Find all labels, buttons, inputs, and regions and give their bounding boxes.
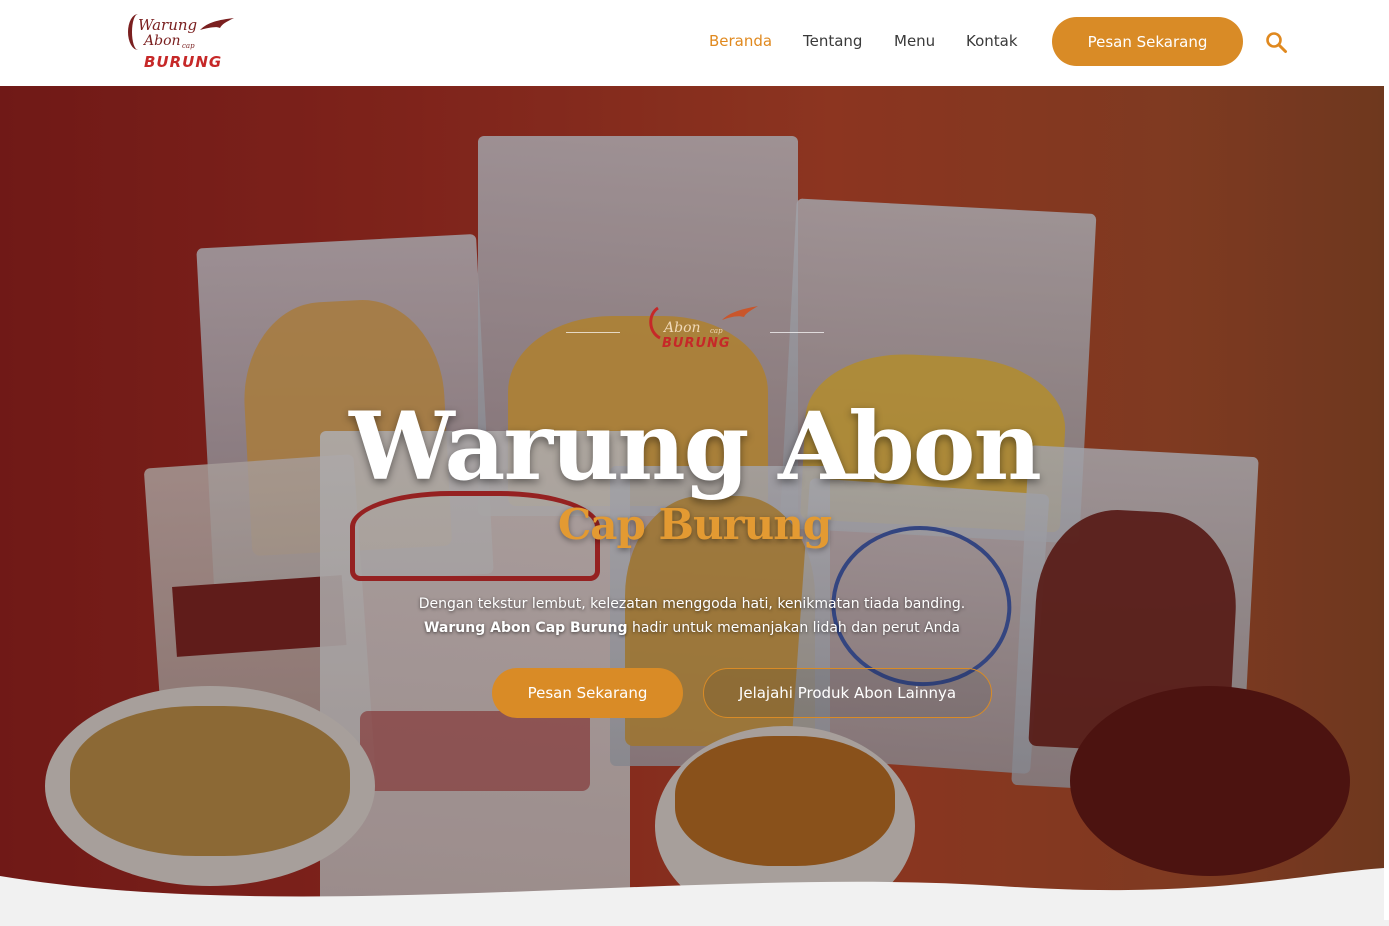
hero-description-line1: Dengan tekstur lembut, kelezatan menggod… <box>418 596 966 612</box>
emblem-text-abon: Abon <box>664 320 701 336</box>
next-section-edge <box>0 920 1389 926</box>
nav-menu[interactable]: Menu <box>894 32 935 50</box>
nav-kontak[interactable]: Kontak <box>966 32 1018 50</box>
hero-description: Dengan tekstur lembut, kelezatan menggod… <box>0 592 1384 640</box>
logo-text-warung: Warung <box>138 16 198 34</box>
emblem-text-burung: BURUNG <box>662 336 731 351</box>
logo-text-cap: cap <box>182 42 195 50</box>
hero-emblem: Abon cap BURUNG <box>560 300 826 360</box>
nav-beranda[interactable]: Beranda <box>709 32 772 50</box>
bird-icon <box>200 18 234 30</box>
nav-tentang[interactable]: Tentang <box>803 32 862 50</box>
search-icon[interactable] <box>1264 30 1288 54</box>
site-logo[interactable]: Warung Abon cap BURUNG <box>126 12 238 74</box>
hero-wave-divider <box>0 868 1384 920</box>
emblem-divider-left <box>566 332 620 333</box>
hero-title: Warung Abon <box>349 392 1042 502</box>
emblem-text-cap: cap <box>710 327 723 335</box>
hero-description-bold: Warung Abon Cap Burung <box>423 620 628 636</box>
order-now-button[interactable]: Pesan Sekarang <box>1052 17 1243 66</box>
hero-description-line2: hadir untuk memanjakan lidah dan perut A… <box>627 620 961 636</box>
site-header: Warung Abon cap BURUNG Beranda Tentang M… <box>0 0 1389 86</box>
logo-text-abon: Abon <box>144 33 181 49</box>
hero-subtitle: Cap Burung <box>557 500 832 549</box>
explore-products-button[interactable]: Jelajahi Produk Abon Lainnya <box>703 668 992 718</box>
hero-order-button[interactable]: Pesan Sekarang <box>492 668 683 718</box>
emblem-divider-right <box>770 332 824 333</box>
bird-icon <box>722 306 758 320</box>
logo-text-burung: BURUNG <box>144 53 223 71</box>
